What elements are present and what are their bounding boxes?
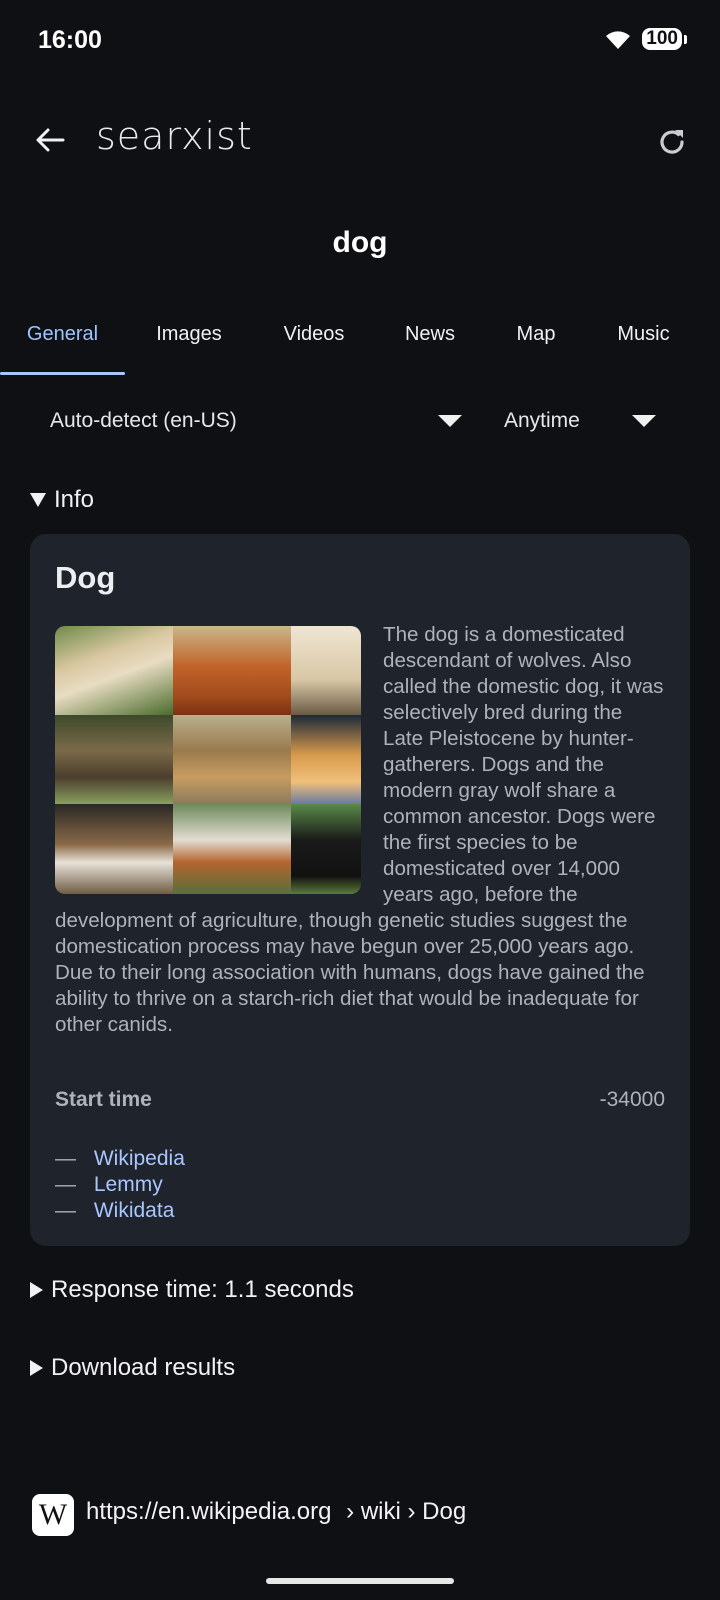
link-lemmy[interactable]: Lemmy: [94, 1173, 163, 1196]
dog-photo: [55, 804, 173, 894]
tab-news[interactable]: News: [375, 312, 485, 356]
language-select-value: Auto-detect (en-US): [50, 409, 237, 432]
tab-images[interactable]: Images: [125, 312, 253, 356]
chevron-down-icon: [632, 415, 656, 427]
time-range-select-value: Anytime: [504, 409, 580, 432]
response-time-label: Response time: 1.1 seconds: [51, 1276, 354, 1303]
arrow-left-icon: [36, 128, 65, 152]
dog-photo: [291, 804, 361, 894]
wifi-icon: [606, 31, 631, 49]
result-path: › wiki › Dog: [346, 1498, 467, 1525]
link-row: — Lemmy: [55, 1173, 163, 1196]
info-toggle[interactable]: Info: [30, 486, 94, 514]
info-toggle-label: Info: [54, 486, 95, 513]
download-results-label: Download results: [51, 1354, 236, 1381]
search-query[interactable]: dog: [0, 226, 720, 260]
disclosure-closed-icon: [30, 1282, 43, 1298]
dog-photo: [55, 626, 173, 715]
link-wikidata[interactable]: Wikidata: [94, 1199, 175, 1222]
back-button[interactable]: [28, 118, 72, 162]
dog-photo: [173, 715, 291, 804]
dog-photo: [291, 626, 361, 715]
tab-map[interactable]: Map: [485, 312, 587, 356]
infobox-title: Dog: [55, 560, 116, 595]
response-time-toggle[interactable]: Response time: 1.1 seconds: [30, 1276, 354, 1304]
status-icons: 100: [604, 28, 687, 50]
language-select[interactable]: Auto-detect (en-US): [50, 400, 462, 442]
disclosure-closed-icon: [30, 1360, 43, 1376]
disclosure-open-icon: [30, 493, 46, 507]
result-url[interactable]: https://en.wikipedia.org › wiki › Dog: [86, 1498, 466, 1526]
time-range-select[interactable]: Anytime: [504, 400, 656, 442]
tab-videos[interactable]: Videos: [253, 312, 375, 356]
dog-photo: [55, 715, 173, 804]
attribute-label: Start time: [55, 1088, 152, 1111]
active-tab-indicator: [0, 372, 125, 375]
link-row: — Wikipedia: [55, 1147, 185, 1170]
app-title: searxist: [96, 114, 253, 158]
dog-photo: [291, 715, 361, 804]
download-results-toggle[interactable]: Download results: [30, 1354, 235, 1382]
wikipedia-favicon-icon: W: [32, 1494, 74, 1536]
infobox-links: — Wikipedia — Lemmy — Wikidata: [55, 1146, 185, 1224]
dog-photo: [173, 804, 291, 894]
battery-indicator: 100: [642, 28, 687, 50]
dog-image-collage[interactable]: [55, 626, 361, 894]
gesture-nav-handle[interactable]: [266, 1578, 454, 1584]
tab-general[interactable]: General: [0, 312, 125, 356]
refresh-button[interactable]: [650, 120, 694, 164]
attribute-value: -34000: [599, 1088, 665, 1111]
link-row: — Wikidata: [55, 1199, 175, 1222]
category-tabs: General Images Videos News Map Music: [0, 312, 720, 376]
chevron-down-icon: [438, 415, 462, 427]
status-time: 16:00: [38, 26, 102, 54]
dog-photo: [173, 626, 291, 715]
result-domain: https://en.wikipedia.org: [86, 1498, 332, 1525]
link-wikipedia[interactable]: Wikipedia: [94, 1147, 185, 1170]
refresh-icon: [660, 130, 684, 154]
tab-music[interactable]: Music: [587, 312, 700, 356]
infobox-card: Dog The dog is a domesticated descendant…: [30, 534, 690, 1246]
